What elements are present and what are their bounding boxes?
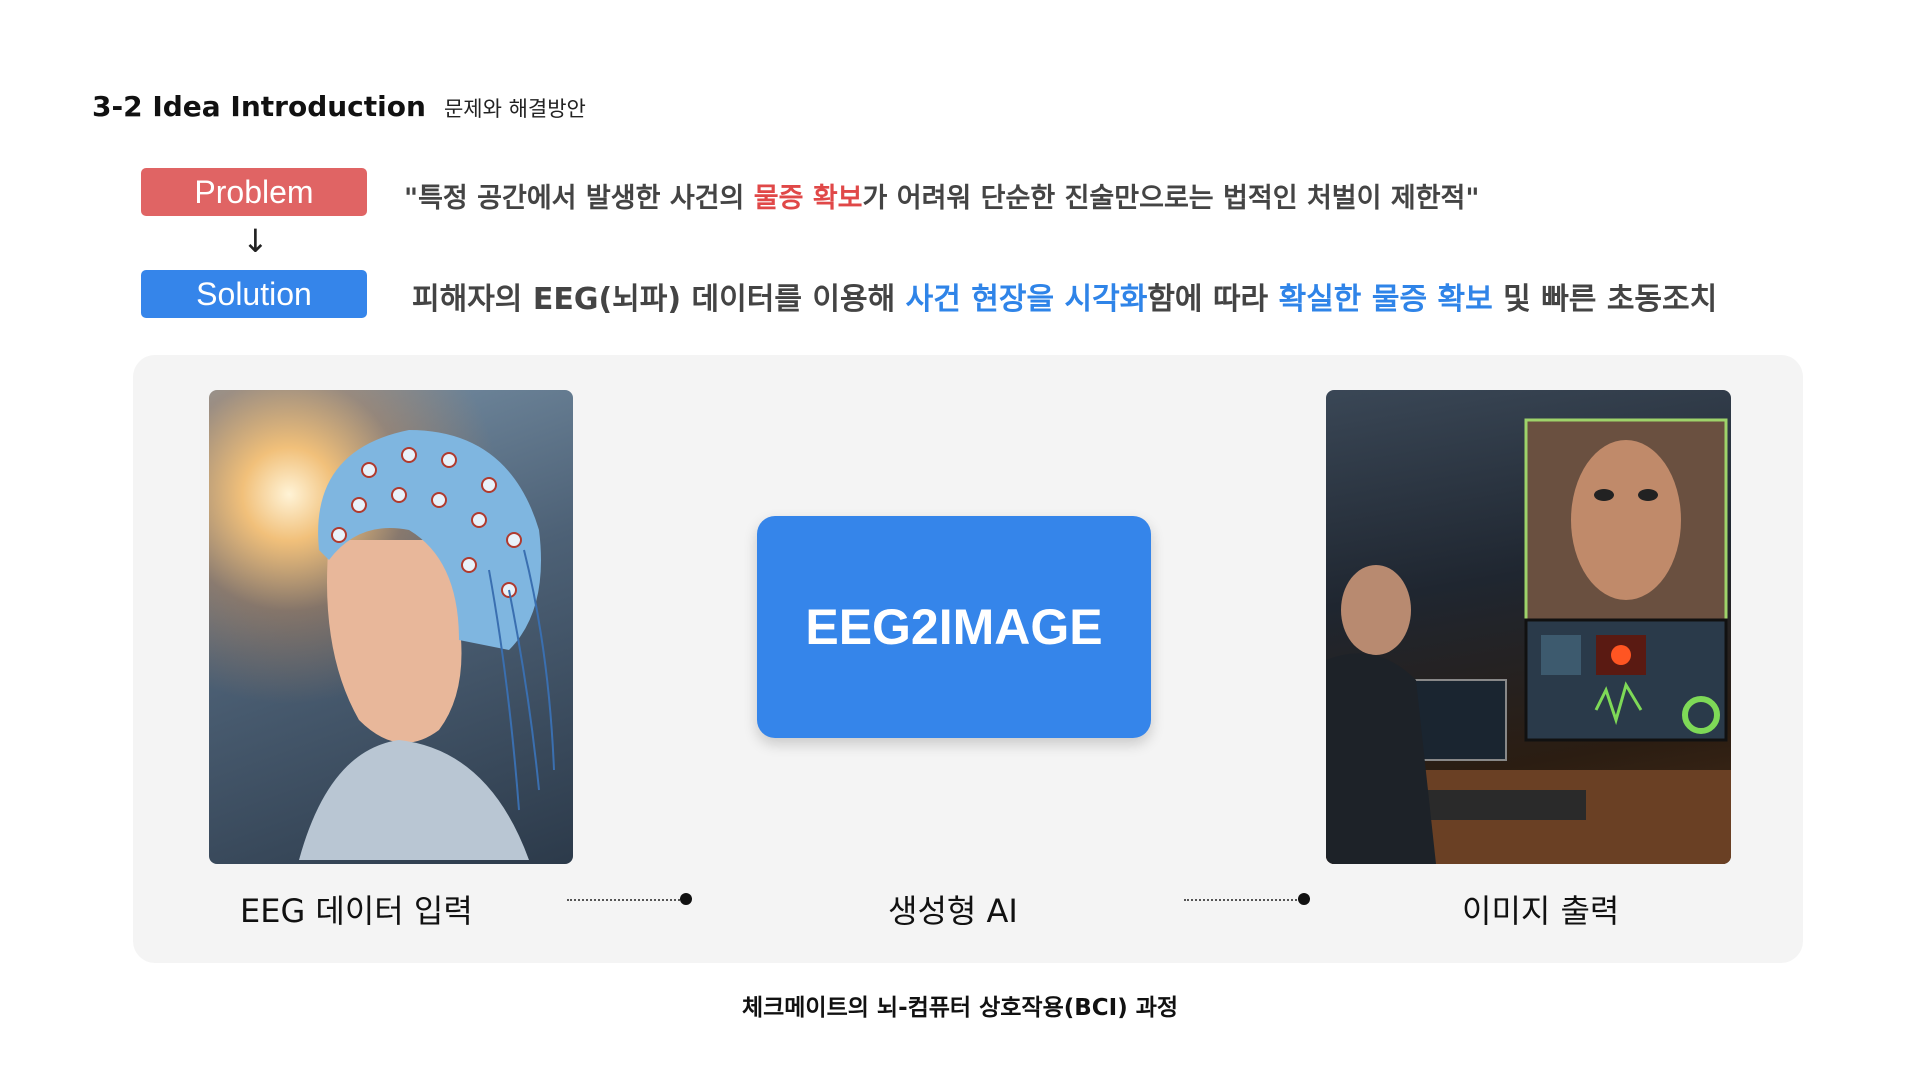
problem-text-1: "특정 공간에서 발생한 사건의 (404, 183, 754, 214)
solution-statement: 피해자의 EEG(뇌파) 데이터를 이용해 사건 현장을 시각화함에 따라 확실… (412, 274, 1717, 318)
eeg2image-box: EEG2IMAGE (757, 516, 1151, 738)
down-arrow-icon: ↓ (242, 222, 269, 260)
monitor-scene-illustration (1326, 418, 1731, 864)
problem-statement: "특정 공간에서 발생한 사건의 물증 확보가 어려워 단순한 진술만으로는 법… (404, 176, 1479, 215)
detective-monitor-photo (1326, 390, 1731, 864)
slide-title: 3-2 Idea Introduction (92, 90, 426, 123)
problem-highlight: 물증 확보 (753, 183, 863, 214)
image-output-label: 이미지 출력 (1462, 892, 1620, 930)
flow-connector-2-end (1298, 893, 1310, 905)
slide-subtitle: 문제와 해결방안 (443, 97, 586, 121)
flow-connector-1-end (680, 893, 692, 905)
slide-header: 3-2 Idea Introduction 문제와 해결방안 (92, 90, 586, 123)
solution-highlight-2: 확실한 물증 확보 (1278, 282, 1493, 317)
solution-text-1: 피해자의 EEG(뇌파) 데이터를 이용해 (412, 282, 906, 317)
eeg-cap-illustration (299, 430, 555, 860)
solution-text-3: 및 빠른 초동조치 (1492, 282, 1718, 317)
eeg-cap-photo (209, 390, 573, 864)
problem-text-2: 가 어려워 단순한 진술만으로는 법적인 처벌이 제한적" (862, 183, 1480, 214)
flow-connector-1 (567, 899, 687, 901)
solution-tag: Solution (141, 270, 367, 318)
solution-text-2: 함에 따라 (1147, 282, 1279, 317)
eeg-input-label: EEG 데이터 입력 (240, 892, 473, 930)
problem-tag: Problem (141, 168, 367, 216)
generative-ai-label: 생성형 AI (888, 892, 1018, 930)
flow-connector-2 (1184, 899, 1304, 901)
process-caption: 체크메이트의 뇌-컴퓨터 상호작용(BCI) 과정 (741, 995, 1179, 1021)
solution-highlight-1: 사건 현장을 시각화 (905, 282, 1148, 317)
